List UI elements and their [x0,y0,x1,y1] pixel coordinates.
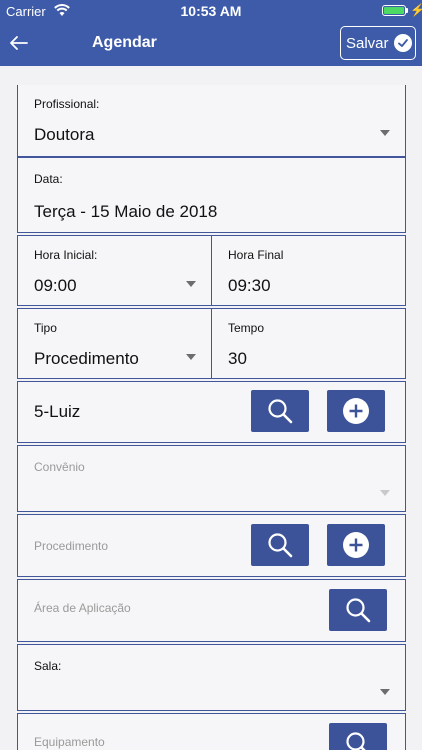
back-arrow-icon[interactable] [6,30,32,56]
charging-icon: ⚡ [410,3,422,17]
paciente-value: 5-Luiz [34,402,81,421]
search-paciente-button[interactable] [251,390,309,432]
convenio-label: Convênio [34,460,85,474]
clock: 10:53 AM [180,3,242,19]
add-icon [343,532,369,558]
tipo-select[interactable]: Tipo Procedimento [17,308,212,379]
hora-final-value: 09:30 [228,276,271,295]
data-field[interactable]: Data: Terça - 15 Maio de 2018 [17,157,406,233]
hora-inicial-label: Hora Inicial: [34,248,98,262]
data-value: Terça - 15 Maio de 2018 [34,202,218,221]
chevron-down-icon [186,281,196,287]
search-icon [346,598,371,623]
equipamento-field[interactable]: Equipamento [17,713,406,750]
hora-final-field[interactable]: Hora Final 09:30 [211,235,406,306]
search-area-button[interactable] [329,589,387,631]
tipo-label: Tipo [34,321,57,335]
battery-tip [406,8,408,13]
profissional-select[interactable]: Profissional: Doutora [17,85,406,157]
tipo-value: Procedimento [34,349,139,368]
chevron-down-icon [380,689,390,695]
tempo-field[interactable]: Tempo 30 [211,308,406,379]
battery-icon [382,5,406,16]
hora-final-label: Hora Final [228,248,284,262]
chevron-down-icon [380,130,390,136]
add-icon [343,398,369,424]
hora-inicial-value: 09:00 [34,276,77,295]
save-button-label: Salvar [346,34,389,52]
search-icon [268,399,293,424]
search-procedimento-button[interactable] [251,524,309,566]
tempo-value: 30 [228,349,247,368]
profissional-value: Doutora [34,125,95,144]
procedimento-field[interactable]: Procedimento [17,514,406,577]
check-icon [393,34,412,52]
status-bar: Carrier 10:53 AM ⚡ [0,0,422,22]
chevron-down-icon [186,354,196,360]
tempo-label: Tempo [228,321,265,335]
paciente-field[interactable]: 5-Luiz [17,381,406,443]
area-aplicacao-field[interactable]: Área de Aplicação [17,579,406,642]
search-icon [346,732,366,750]
save-button[interactable]: Salvar [340,26,416,60]
chevron-down-icon [380,490,390,496]
data-label: Data: [34,172,63,186]
sala-select[interactable]: Sala: [17,644,406,711]
add-procedimento-button[interactable] [327,524,385,566]
area-aplicacao-label: Área de Aplicação [34,601,131,615]
search-equipamento-button[interactable] [329,723,387,750]
convenio-select[interactable]: Convênio [17,445,406,512]
search-icon [268,533,293,558]
appointment-form: Profissional: Doutora Data: Terça - 15 M… [0,66,422,750]
procedimento-label: Procedimento [34,539,109,553]
hora-inicial-select[interactable]: Hora Inicial: 09:00 [17,235,212,306]
page-title: Agendar [92,34,157,51]
sala-label: Sala: [34,659,62,673]
equipamento-label: Equipamento [34,735,105,749]
nav-bar: Agendar Salvar [0,22,422,66]
add-paciente-button[interactable] [327,390,385,432]
profissional-label: Profissional: [34,97,100,111]
